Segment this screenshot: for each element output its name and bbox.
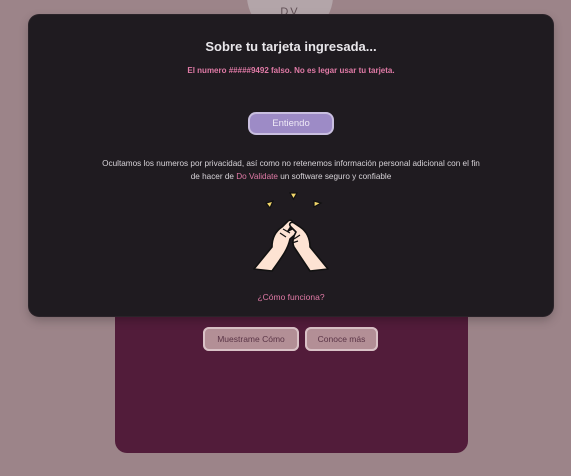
understand-button[interactable]: Entiendo <box>250 114 332 133</box>
background-card <box>115 300 468 453</box>
brand-name: Do Validate <box>236 172 278 181</box>
clasped-hands-icon <box>253 192 329 272</box>
show-me-how-button[interactable]: Muestrame Cómo <box>203 327 299 351</box>
privacy-notice: Ocultamos los numeros por privacidad, as… <box>99 157 483 183</box>
privacy-text-end: un software seguro y confiable <box>277 172 392 181</box>
modal-title: Sobre tu tarjeta ingresada... <box>205 39 377 54</box>
learn-more-button[interactable]: Conoce más <box>305 327 378 351</box>
card-warning-text: El numero #####9492 falso. No es legar u… <box>187 66 395 75</box>
how-it-works-link[interactable]: ¿Cómo funciona? <box>29 292 553 302</box>
card-info-modal: Sobre tu tarjeta ingresada... El numero … <box>29 15 553 316</box>
